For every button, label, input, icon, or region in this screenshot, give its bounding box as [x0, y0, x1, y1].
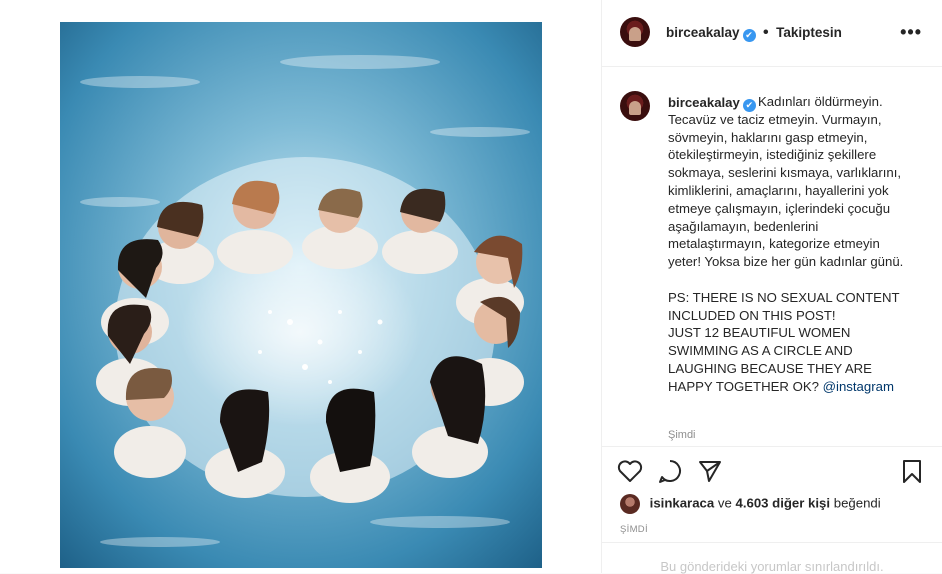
likes-joiner: ve	[717, 495, 732, 511]
comment-icon-glyph	[659, 460, 681, 483]
author-line: birceakalay ✔ • Takiptesin	[666, 24, 842, 42]
bookmark-icon[interactable]	[898, 457, 926, 485]
post-photo[interactable]	[60, 22, 542, 568]
more-dots-icon[interactable]: •••	[900, 22, 922, 43]
post-header: birceakalay ✔ • Takiptesin •••	[602, 0, 942, 67]
caption-text-wrap: Kadınları öldürmeyin. Tecavüz ve taciz e…	[668, 93, 904, 396]
caption-text: Kadınları öldürmeyin. Tecavüz ve taciz e…	[668, 94, 904, 394]
heart-icon[interactable]	[616, 457, 644, 485]
caption-time: Şimdi	[668, 429, 696, 441]
separator-dot: •	[763, 24, 769, 41]
likes-suffix: beğendi	[833, 495, 881, 511]
post-timestamp[interactable]: ŞİMDİ	[620, 524, 648, 535]
heart-icon-glyph	[617, 460, 643, 482]
bookmark-icon-glyph	[903, 460, 921, 483]
likes-others-link[interactable]: 4.603 diğer kişi	[735, 495, 830, 510]
share-icon[interactable]	[696, 457, 724, 485]
photo-women-swimming-circle	[60, 22, 542, 568]
action-bar	[602, 446, 942, 495]
caption-author-avatar[interactable]	[620, 91, 650, 121]
liker-avatar[interactable]	[620, 494, 640, 514]
caption-area: birceakalay ✔ Kadınları öldürmeyin. Tecav…	[602, 67, 942, 445]
post-sidebar: birceakalay ✔ • Takiptesin ••• birceakala…	[602, 0, 942, 574]
verified-badge-icon: ✔	[742, 29, 756, 42]
caption-mention-link[interactable]: @instagram	[823, 379, 894, 394]
share-icon-glyph	[699, 461, 721, 482]
likes-summary: isinkaraca ve 4.603 diğer kişi beğendi	[620, 494, 881, 514]
comments-limited-notice: Bu gönderideki yorumlar sınırlandırıldı.	[602, 542, 942, 574]
instagram-post-view: birceakalay ✔ • Takiptesin ••• birceakala…	[0, 0, 942, 574]
follow-state-button[interactable]: Takiptesin	[776, 25, 842, 40]
post-media-panel	[0, 0, 602, 573]
author-avatar[interactable]	[620, 17, 650, 47]
author-username[interactable]: birceakalay	[666, 25, 740, 40]
comment-icon[interactable]	[656, 457, 684, 485]
liker-username[interactable]: isinkaraca	[650, 495, 715, 510]
